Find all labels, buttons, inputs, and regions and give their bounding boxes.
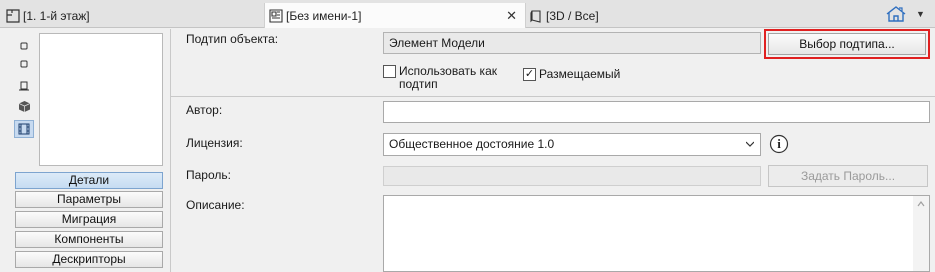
base-view-button[interactable] [14,77,34,95]
placeable-checkbox[interactable]: ✓ Размещаемый [523,68,620,81]
cube-icon [18,100,30,112]
floor-plan-icon [6,8,20,23]
section-divider [171,96,935,97]
scroll-up-icon[interactable] [913,198,929,210]
password-label: Пароль: [186,168,231,182]
placeable-label: Размещаемый [539,67,621,81]
outline-view-button[interactable] [14,55,34,73]
tab-floor-plan[interactable]: [1. 1-й этаж] [6,3,258,28]
layout-icon [269,8,283,23]
checkbox-box[interactable] [383,65,396,78]
subtype-label: Подтип объекта: [186,32,279,46]
tab-label: [Без имени-1] [286,8,362,23]
filmstrip-icon [18,123,30,135]
object-base-icon [19,81,29,91]
tab-label: [3D / Все] [546,8,599,23]
license-select[interactable]: Общественное достояние 1.0 [383,133,761,156]
object-view-button[interactable] [14,37,34,55]
side-button-descriptors[interactable]: Дескрипторы [15,251,163,268]
check-icon: ✓ [524,68,535,80]
filmstrip-view-button[interactable] [14,120,34,138]
close-icon[interactable]: ✕ [506,8,517,24]
cube-3d-icon [530,9,541,23]
license-value: Общественное достояние 1.0 [389,137,555,151]
chevron-down-icon: ▼ [916,9,925,19]
scrollbar[interactable] [913,196,929,271]
use-as-subtype-label: Использовать как подтип [399,65,497,91]
author-input[interactable] [383,101,930,123]
panel-divider [170,29,171,272]
password-input [383,166,761,186]
tab-layout-untitled[interactable]: [Без имени-1] ✕ [264,3,526,28]
select-subtype-button[interactable]: Выбор подтипа... [768,33,926,55]
chevron-down-icon [746,141,754,147]
subtype-field: Элемент Модели [383,32,761,54]
side-button-components[interactable]: Компоненты [15,231,163,248]
description-label: Описание: [186,198,245,212]
license-label: Лицензия: [186,136,243,150]
object-preview [39,33,163,166]
info-letter: i [777,136,781,151]
side-button-details[interactable]: Детали [15,172,163,189]
house-icon [886,6,906,22]
3d-view-button[interactable] [14,97,34,115]
use-as-subtype-label-line2: подтип [399,77,438,91]
author-label: Автор: [186,103,223,117]
tab-3d[interactable]: [3D / Все] [529,3,729,28]
set-password-button: Задать Пароль... [768,165,928,187]
object-icon [20,42,28,50]
side-button-parameters[interactable]: Параметры [15,191,163,208]
description-textarea[interactable] [383,195,930,272]
navigator-menu[interactable]: ▼ [884,4,930,24]
side-button-migration[interactable]: Миграция [15,211,163,228]
tab-bar: [1. 1-й этаж] [Без имени-1] ✕ [3D / Все]… [0,0,935,28]
tab-label: [1. 1-й этаж] [23,8,90,23]
checkbox-box[interactable]: ✓ [523,68,536,81]
use-as-subtype-checkbox[interactable]: Использовать как подтип [383,65,513,91]
license-info-button[interactable]: i [768,133,790,155]
object-outline-icon [20,60,28,68]
